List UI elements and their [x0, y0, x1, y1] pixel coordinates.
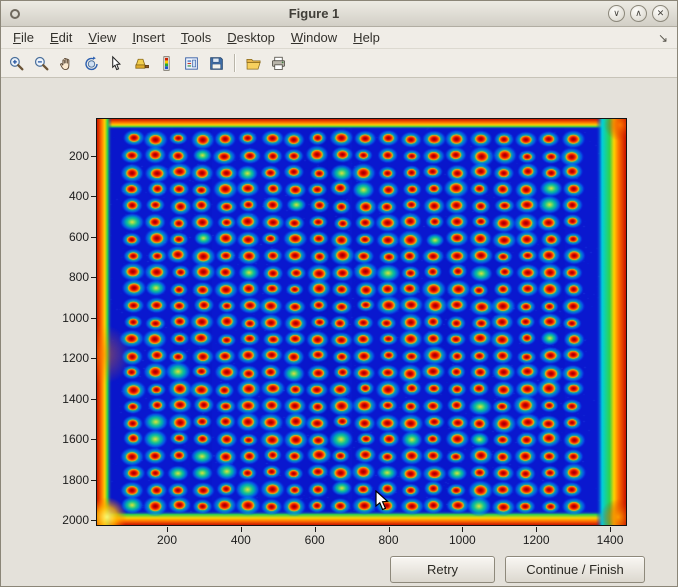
x-tick-label: 800	[364, 533, 414, 547]
rotate-3d-button[interactable]	[79, 51, 104, 75]
y-tick-label: 1200	[49, 351, 89, 365]
colorbar-button[interactable]	[154, 51, 179, 75]
zoom-out-button[interactable]	[29, 51, 54, 75]
zoom-in-icon	[8, 55, 25, 72]
toolbar	[1, 49, 677, 78]
save-icon	[208, 55, 225, 72]
x-tick-label: 1400	[585, 533, 635, 547]
window-controls: ∨ ∧ ✕	[608, 5, 669, 22]
y-tick-mark	[91, 399, 96, 400]
y-tick-mark	[91, 520, 96, 521]
open-folder-icon	[245, 55, 262, 72]
x-tick-mark	[167, 527, 168, 532]
y-tick-mark	[91, 156, 96, 157]
y-tick-label: 200	[49, 149, 89, 163]
title-bar: Figure 1 ∨ ∧ ✕	[1, 1, 677, 27]
heatmap-image[interactable]	[96, 118, 627, 526]
y-tick-mark	[91, 318, 96, 319]
x-tick-mark	[241, 527, 242, 532]
menu-window[interactable]: Window	[283, 28, 345, 47]
window-shade-button[interactable]: ∨	[608, 5, 625, 22]
colorbar-icon	[158, 55, 175, 72]
window-title: Figure 1	[20, 6, 608, 21]
y-tick-label: 1800	[49, 473, 89, 487]
y-tick-label: 1000	[49, 311, 89, 325]
x-tick-mark	[389, 527, 390, 532]
zoom-out-icon	[33, 55, 50, 72]
y-tick-mark	[91, 358, 96, 359]
x-tick-mark	[315, 527, 316, 532]
x-tick-label: 600	[290, 533, 340, 547]
print-icon	[270, 55, 287, 72]
open-folder-button[interactable]	[241, 51, 266, 75]
menu-edit[interactable]: Edit	[42, 28, 80, 47]
y-tick-label: 400	[49, 189, 89, 203]
y-tick-mark	[91, 439, 96, 440]
save-button[interactable]	[204, 51, 229, 75]
x-tick-label: 200	[142, 533, 192, 547]
y-tick-label: 800	[49, 270, 89, 284]
menu-file[interactable]: File	[5, 28, 42, 47]
menu-overflow-icon[interactable]: ↘	[658, 31, 673, 45]
x-tick-mark	[462, 527, 463, 532]
x-tick-label: 1200	[511, 533, 561, 547]
figure-content: Retry Continue / Finish 200 400 600 800 1000…	[1, 78, 677, 586]
y-tick-label: 1600	[49, 432, 89, 446]
zoom-in-button[interactable]	[4, 51, 29, 75]
y-tick-label: 600	[49, 230, 89, 244]
x-tick-label: 400	[216, 533, 266, 547]
rotate-3d-icon	[83, 55, 100, 72]
pan-button[interactable]	[54, 51, 79, 75]
window-close-button[interactable]: ✕	[652, 5, 669, 22]
toolbar-separator	[234, 54, 236, 72]
brush-icon	[133, 55, 150, 72]
menu-view[interactable]: View	[80, 28, 124, 47]
legend-icon	[183, 55, 200, 72]
pan-icon	[58, 55, 75, 72]
y-tick-label: 1400	[49, 392, 89, 406]
data-cursor-icon	[108, 55, 125, 72]
x-tick-mark	[610, 527, 611, 532]
x-tick-mark	[536, 527, 537, 532]
menu-help[interactable]: Help	[345, 28, 388, 47]
retry-button[interactable]: Retry	[390, 556, 495, 583]
y-tick-mark	[91, 277, 96, 278]
print-button[interactable]	[266, 51, 291, 75]
menu-bar: FileEditViewInsertToolsDesktopWindowHelp…	[1, 27, 677, 49]
data-cursor-button[interactable]	[104, 51, 129, 75]
figure-window: { "window": { "title": "Figure 1", "cont…	[0, 0, 678, 587]
menu-insert[interactable]: Insert	[124, 28, 173, 47]
y-tick-label: 2000	[49, 513, 89, 527]
menu-desktop[interactable]: Desktop	[219, 28, 283, 47]
y-tick-mark	[91, 237, 96, 238]
brush-button[interactable]	[129, 51, 154, 75]
x-tick-label: 1000	[437, 533, 487, 547]
menu-tools[interactable]: Tools	[173, 28, 219, 47]
y-tick-mark	[91, 196, 96, 197]
legend-button[interactable]	[179, 51, 204, 75]
y-tick-mark	[91, 480, 96, 481]
continue-finish-button[interactable]: Continue / Finish	[505, 556, 645, 583]
window-maximize-button[interactable]: ∧	[630, 5, 647, 22]
window-menu-icon[interactable]	[10, 9, 20, 19]
